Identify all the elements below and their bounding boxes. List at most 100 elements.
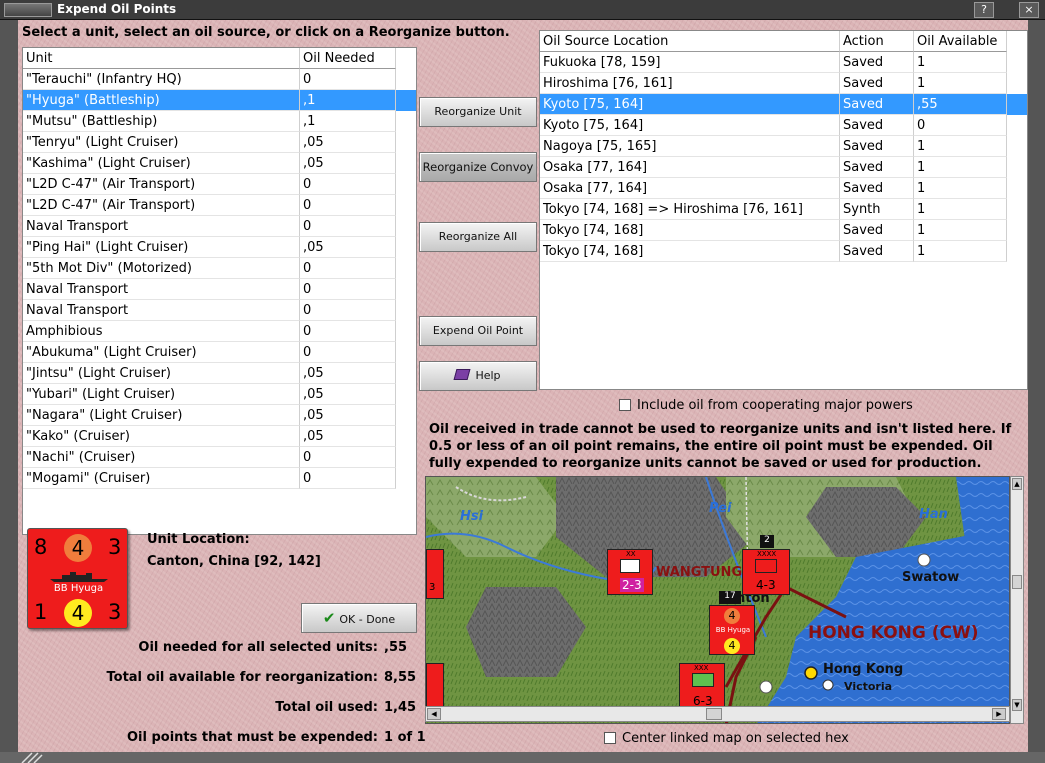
oil-available-value: 8,55 — [384, 670, 417, 685]
oil-source-row[interactable]: Osaka [77, 164] Saved 1 — [540, 178, 1027, 199]
unit-row[interactable]: "Jintsu" (Light Cruiser) ,05 — [23, 363, 416, 384]
window-menu-icon[interactable] — [4, 3, 52, 17]
unit-row[interactable]: Amphibious 0 — [23, 321, 416, 342]
unit-row[interactable]: "Nachi" (Cruiser) 0 — [23, 447, 416, 468]
include-oil-checkbox[interactable] — [619, 399, 631, 411]
unit-row[interactable]: Naval Transport 0 — [23, 300, 416, 321]
dialog-content: Select a unit, select an oil source, or … — [18, 20, 1028, 752]
oil-source-row[interactable]: Tokyo [74, 168] => Hiroshima [76, 161] Sy… — [540, 199, 1027, 220]
scroll-down-arrow-icon[interactable]: ▼ — [1012, 699, 1022, 711]
horizontal-scroll-thumb[interactable] — [706, 708, 722, 720]
oil-available-cell: ,55 — [914, 94, 1007, 115]
oil-source-row[interactable]: Kyoto [75, 164] Saved 0 — [540, 115, 1027, 136]
unit-row[interactable]: "5th Mot Div" (Motorized) 0 — [23, 258, 416, 279]
oil-available-cell: 1 — [914, 178, 1007, 199]
map-hyuga-stack-count: 17 — [719, 591, 741, 604]
reorganize-unit-button[interactable]: Reorganize Unit — [419, 97, 537, 127]
ok-done-button[interactable]: ✔ OK - Done — [301, 603, 417, 633]
reorganize-convoy-button[interactable]: Reorganize Convoy — [419, 152, 537, 182]
oil-needed-cell: ,05 — [300, 237, 396, 258]
unit-row[interactable]: "Kako" (Cruiser) ,05 — [23, 426, 416, 447]
unit-row[interactable]: "Abukuma" (Light Cruiser) 0 — [23, 342, 416, 363]
unit-name-cell: "5th Mot Div" (Motorized) — [23, 258, 300, 279]
close-icon[interactable]: × — [1019, 2, 1039, 18]
oil-action-cell: Saved — [840, 73, 914, 94]
reorganize-all-button[interactable]: Reorganize All — [419, 222, 537, 252]
map-counter-left-top[interactable]: 3 — [426, 549, 444, 599]
unit-row[interactable]: "Hyuga" (Battleship) ,1 — [23, 90, 416, 111]
oil-action-cell: Saved — [840, 220, 914, 241]
map-counter-hyuga[interactable]: 4 BB Hyuga 4 — [709, 605, 755, 655]
ok-done-label: OK - Done — [339, 613, 396, 626]
unit-row[interactable]: "Terauchi" (Infantry HQ) 0 — [23, 69, 416, 90]
oil-expended-label: Oil points that must be expended: — [126, 730, 378, 745]
unit-name-cell: "Kashima" (Light Cruiser) — [23, 153, 300, 174]
oil-location-cell: Tokyo [74, 168] — [540, 220, 840, 241]
center-map-checkbox[interactable] — [604, 732, 616, 744]
scroll-up-arrow-icon[interactable]: ▲ — [1012, 478, 1022, 490]
unit-row[interactable]: "L2D C-47" (Air Transport) 0 — [23, 174, 416, 195]
armor-unit-symbol-icon — [755, 559, 777, 573]
unit-row[interactable]: "Yubari" (Light Cruiser) ,05 — [23, 384, 416, 405]
map-counter-hq[interactable]: XX 2-3 — [607, 549, 653, 595]
map-vertical-scrollbar[interactable]: ▲ ▼ — [1010, 476, 1024, 724]
column-header-oil-available[interactable]: Oil Available — [914, 31, 1007, 52]
oil-location-cell: Fukuoka [78, 159] — [540, 52, 840, 73]
unit-row[interactable]: "L2D C-47" (Air Transport) 0 — [23, 195, 416, 216]
unit-name-cell: Naval Transport — [23, 279, 300, 300]
unit-row[interactable]: "Nagara" (Light Cruiser) ,05 — [23, 405, 416, 426]
center-map-checkbox-row[interactable]: Center linked map on selected hex — [604, 731, 849, 746]
oil-location-cell: Tokyo [74, 168] => Hiroshima [76, 161] — [540, 199, 840, 220]
resize-grip-icon[interactable] — [20, 752, 44, 763]
unit-name-cell: Amphibious — [23, 321, 300, 342]
unit-name-cell: "Yubari" (Light Cruiser) — [23, 384, 300, 405]
map-counter-left-bottom[interactable] — [426, 663, 444, 707]
unit-row[interactable]: Naval Transport 0 — [23, 216, 416, 237]
counter-top-center-value: 4 — [64, 534, 92, 562]
oil-source-row[interactable]: Osaka [77, 164] Saved 1 — [540, 157, 1027, 178]
oil-source-row[interactable]: Nagoya [75, 165] Saved 1 — [540, 136, 1027, 157]
oil-source-row[interactable]: Tokyo [74, 168] Saved 1 — [540, 220, 1027, 241]
unit-row[interactable]: "Kashima" (Light Cruiser) ,05 — [23, 153, 416, 174]
include-oil-checkbox-row[interactable]: Include oil from cooperating major power… — [619, 398, 913, 413]
scroll-left-arrow-icon[interactable]: ◀ — [427, 708, 441, 720]
column-header-action[interactable]: Action — [840, 31, 914, 52]
column-header-unit[interactable]: Unit — [23, 48, 300, 69]
oil-source-row[interactable]: Fukuoka [78, 159] Saved 1 — [540, 52, 1027, 73]
map-label-han: Han — [919, 507, 948, 522]
expend-oil-point-button[interactable]: Expend Oil Point — [419, 316, 537, 346]
linked-map[interactable]: Hsi Pei Han WANGTUNG Swatow nton HONG KO… — [425, 476, 1010, 724]
oil-available-cell: 1 — [914, 136, 1007, 157]
oil-needed-cell: 0 — [300, 258, 396, 279]
unit-name-cell: "L2D C-47" (Air Transport) — [23, 174, 300, 195]
vertical-scroll-thumb[interactable] — [1012, 575, 1022, 589]
oil-source-table: Oil Source Location Action Oil Available… — [539, 30, 1028, 390]
map-counter-army[interactable]: XXXX 4-3 — [742, 549, 790, 595]
oil-source-row[interactable]: Tokyo [74, 168] Saved 1 — [540, 241, 1027, 262]
unit-row[interactable]: "Ping Hai" (Light Cruiser) ,05 — [23, 237, 416, 258]
unit-name-cell: "L2D C-47" (Air Transport) — [23, 195, 300, 216]
oil-action-cell: Saved — [840, 157, 914, 178]
scroll-right-arrow-icon[interactable]: ▶ — [992, 708, 1006, 720]
oil-source-row[interactable]: Hiroshima [76, 161] Saved 1 — [540, 73, 1027, 94]
oil-action-cell: Saved — [840, 178, 914, 199]
counter-top-right-value: 3 — [108, 535, 122, 559]
column-header-location[interactable]: Oil Source Location — [540, 31, 840, 52]
help-question-icon[interactable]: ? — [974, 2, 994, 18]
help-button[interactable]: Help — [419, 361, 537, 391]
unit-row[interactable]: "Mutsu" (Battleship) ,1 — [23, 111, 416, 132]
oil-used-label: Total oil used: — [275, 700, 378, 715]
oil-action-cell: Saved — [840, 136, 914, 157]
unit-location-value: Canton, China [92, 142] — [147, 554, 321, 569]
map-counter-infantry[interactable]: XXX 6-3 — [679, 663, 725, 709]
unit-row[interactable]: Naval Transport 0 — [23, 279, 416, 300]
oil-source-row[interactable]: Kyoto [75, 164] Saved ,55 — [540, 94, 1027, 115]
column-header-oil-needed[interactable]: Oil Needed — [300, 48, 396, 69]
unit-row[interactable]: "Mogami" (Cruiser) 0 — [23, 468, 416, 489]
oil-needed-cell: 0 — [300, 69, 396, 90]
battleship-silhouette-icon — [50, 572, 108, 582]
oil-location-cell: Hiroshima [76, 161] — [540, 73, 840, 94]
unit-row[interactable]: "Tenryu" (Light Cruiser) ,05 — [23, 132, 416, 153]
map-label-victoria: Victoria — [844, 680, 893, 693]
map-horizontal-scrollbar[interactable]: ◀ ▶ — [425, 706, 1010, 722]
